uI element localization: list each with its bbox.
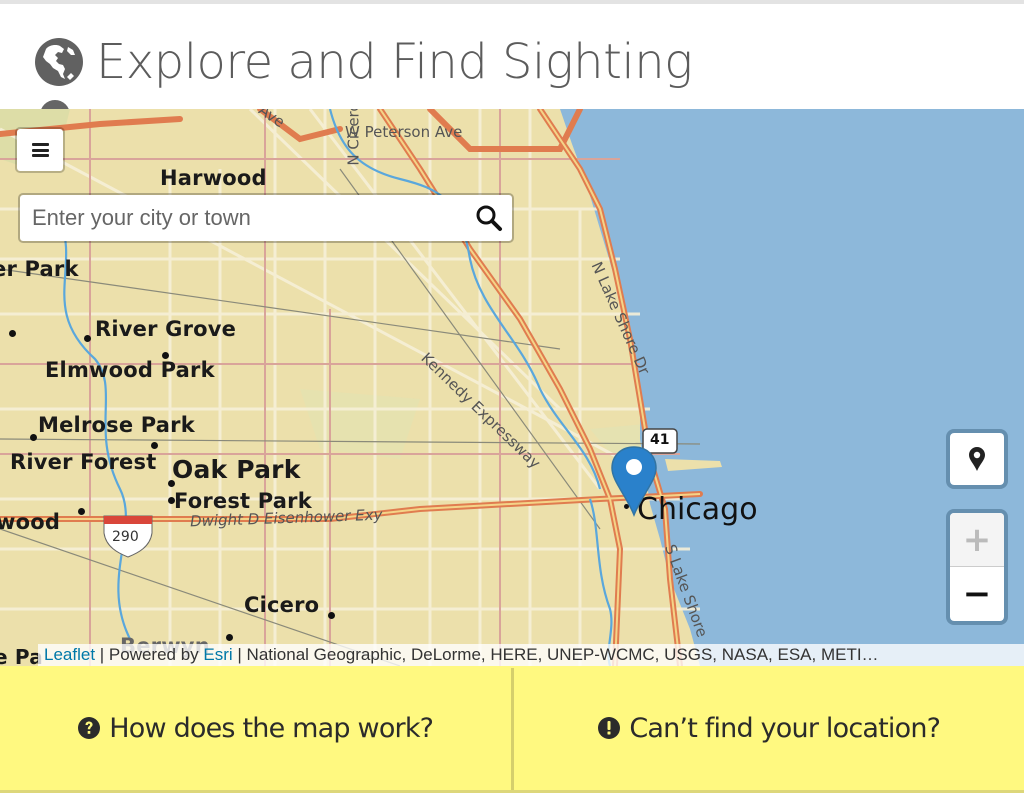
city-dot [9,330,16,337]
cant-find-location-button[interactable]: Can’t find your location? [514,666,1024,790]
map-label-wood-left: wood [0,510,61,534]
zoom-control: + − [946,509,1008,625]
how-map-works-label: How does the map work? [109,712,434,744]
map-label-oak-park: Oak Park [172,455,301,484]
location-search[interactable] [18,193,514,243]
map-marker-icon [969,447,985,471]
locate-me-button[interactable] [946,429,1008,489]
how-map-works-button[interactable]: How does the map work? [0,666,511,790]
city-dot [226,634,233,641]
city-dot [328,612,335,619]
question-circle-icon [78,717,101,739]
page-title: Explore and Find Sighting [34,34,693,90]
map-label-melrose-park: Melrose Park [38,413,195,437]
attribution-separator: | Powered by [95,645,204,664]
city-dot [84,335,91,342]
page-title-text: Explore and Find Sighting [96,34,693,90]
city-dot [30,434,37,441]
city-dot [168,497,175,504]
search-button[interactable] [466,195,512,241]
exclamation-circle-icon [598,717,621,739]
cant-find-location-label: Can’t find your location? [629,712,941,744]
menu-icon [31,143,49,157]
map-label-pa-left: e Pa [0,645,43,666]
city-dot [168,480,175,487]
map-label-harwood: Harwood [160,166,267,190]
page-header: Explore and Find Sighting [0,4,1024,109]
zoom-in-button[interactable]: + [950,513,1004,567]
attribution-sources: | National Geographic, DeLorme, HERE, UN… [232,645,879,664]
leaflet-link[interactable]: Leaflet [44,645,95,664]
location-search-input[interactable] [20,195,466,241]
map-label-park-left: er Park [0,257,79,281]
layers-menu-button[interactable] [15,127,65,173]
partially-hidden-icon [40,100,70,109]
map-label-river-grove: River Grove [95,317,237,341]
map-label-w-peterson-ave: W Peterson Ave [345,123,463,141]
map-pin-icon[interactable] [610,445,658,517]
esri-link[interactable]: Esri [203,645,232,664]
map-label-cicero: Cicero [244,593,320,617]
map-label-river-forest: River Forest [10,450,157,474]
i290-label: 290 [112,529,139,545]
map-attribution: Leaflet | Powered by Esri | National Geo… [38,644,1024,666]
globe-americas-icon [35,38,83,86]
city-dot [78,508,85,515]
city-dot [151,442,158,449]
search-icon [476,205,502,231]
zoom-out-button[interactable]: − [950,567,1004,621]
map[interactable]: Ave N Cicero W Peterson Ave Harwood er P… [0,109,1024,666]
map-label-elmwood-park: Elmwood Park [45,358,215,382]
map-help-footer: How does the map work? Can’t find your l… [0,666,1024,793]
